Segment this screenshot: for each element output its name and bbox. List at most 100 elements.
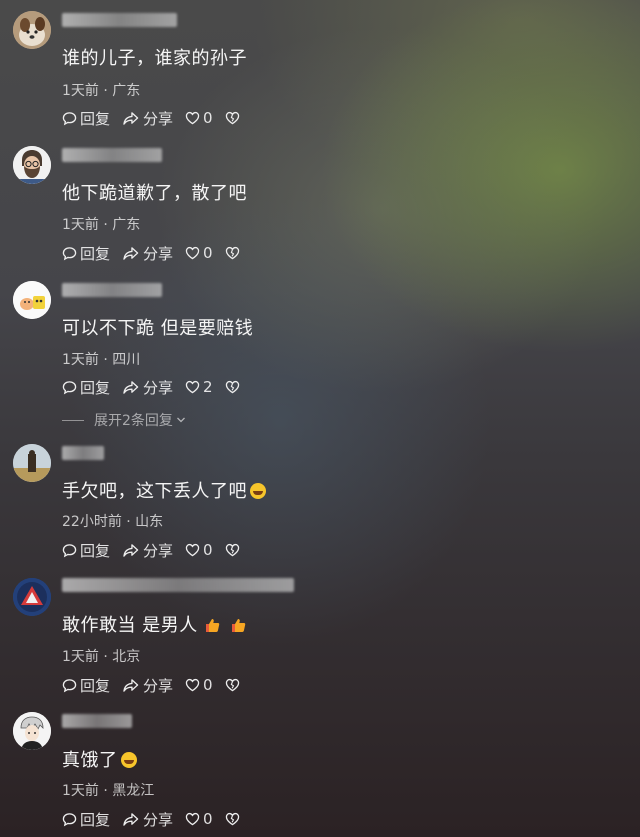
landscape-avatar-image bbox=[13, 444, 51, 482]
share-label: 分享 bbox=[143, 109, 174, 128]
divider-line bbox=[62, 419, 84, 421]
comment-text-content: 敢作敢当 是男人 bbox=[62, 615, 198, 636]
username-blurred[interactable] bbox=[62, 578, 294, 592]
comment-meta: 22小时前 · 山东 bbox=[62, 514, 164, 530]
heart-icon bbox=[185, 111, 200, 125]
triangle-logo-avatar-image bbox=[13, 578, 51, 616]
anime-character-avatar-image bbox=[13, 712, 51, 750]
laughing-emoji-icon bbox=[120, 752, 137, 768]
cartoon-avatar-image bbox=[13, 281, 51, 319]
reply-label: 回复 bbox=[80, 676, 111, 695]
heart-icon bbox=[185, 380, 200, 394]
share-arrow-icon bbox=[123, 380, 139, 394]
share-button[interactable]: 分享 bbox=[122, 540, 173, 561]
comment-text: 真饿了 bbox=[62, 746, 137, 772]
like-button[interactable]: 2 bbox=[185, 378, 213, 396]
username-blurred[interactable] bbox=[62, 148, 162, 162]
username-blurred[interactable] bbox=[62, 283, 162, 297]
like-button[interactable]: 0 bbox=[185, 109, 213, 127]
comment-meta: 1天前 · 北京 bbox=[62, 649, 141, 665]
username-blurred[interactable] bbox=[62, 446, 104, 460]
like-count: 0 bbox=[203, 109, 213, 127]
comment-bubble-icon bbox=[62, 111, 77, 125]
laughing-emoji-icon bbox=[250, 483, 266, 499]
heart-icon bbox=[185, 812, 200, 826]
comment-text-content: 真饿了 bbox=[62, 750, 118, 771]
dislike-button[interactable] bbox=[225, 812, 243, 826]
share-label: 分享 bbox=[143, 378, 174, 397]
broken-heart-icon bbox=[225, 812, 239, 826]
avatar[interactable] bbox=[13, 146, 51, 184]
thumbs-up-icon bbox=[231, 619, 245, 632]
dislike-button[interactable] bbox=[225, 678, 243, 692]
like-count: 0 bbox=[203, 810, 213, 828]
broken-heart-icon bbox=[225, 678, 239, 692]
like-count: 0 bbox=[203, 244, 213, 262]
broken-heart-icon bbox=[225, 380, 239, 394]
reply-label: 回复 bbox=[80, 378, 111, 397]
like-button[interactable]: 0 bbox=[185, 810, 213, 828]
share-label: 分享 bbox=[143, 244, 174, 263]
avatar[interactable] bbox=[13, 444, 51, 482]
share-arrow-icon bbox=[123, 812, 139, 826]
share-label: 分享 bbox=[143, 676, 174, 695]
like-count: 2 bbox=[203, 378, 213, 396]
avatar[interactable] bbox=[13, 11, 51, 49]
share-arrow-icon bbox=[123, 111, 139, 125]
share-button[interactable]: 分享 bbox=[122, 809, 173, 830]
comment-text: 敢作敢当 是男人 bbox=[62, 611, 246, 637]
avatar[interactable] bbox=[13, 281, 51, 319]
comment-text: 他下跪道歉了，散了吧 bbox=[62, 183, 247, 204]
dislike-button[interactable] bbox=[225, 543, 243, 557]
heart-icon bbox=[185, 543, 200, 557]
dislike-button[interactable] bbox=[225, 380, 243, 394]
like-button[interactable]: 0 bbox=[185, 244, 213, 262]
comment-actions: 回复 分享 0 bbox=[62, 243, 255, 264]
comment-text: 可以不下跪 但是要赔钱 bbox=[62, 318, 254, 339]
reply-button[interactable]: 回复 bbox=[62, 377, 110, 398]
like-button[interactable]: 0 bbox=[185, 676, 213, 694]
comment-bubble-icon bbox=[62, 246, 77, 260]
comment-actions: 回复 分享 2 bbox=[62, 377, 255, 398]
like-count: 0 bbox=[203, 676, 213, 694]
comment-actions: 回复 分享 0 bbox=[62, 108, 255, 129]
share-button[interactable]: 分享 bbox=[122, 243, 173, 264]
like-count: 0 bbox=[203, 541, 213, 559]
reply-button[interactable]: 回复 bbox=[62, 540, 110, 561]
heart-icon bbox=[185, 246, 200, 260]
avatar[interactable] bbox=[13, 578, 51, 616]
comment-meta: 1天前 · 黑龙江 bbox=[62, 783, 155, 799]
comment-text-content: 手欠吧，这下丢人了吧 bbox=[62, 481, 247, 502]
heart-icon bbox=[185, 678, 200, 692]
reply-label: 回复 bbox=[80, 109, 111, 128]
bearded-man-avatar-image bbox=[13, 146, 51, 184]
comment-meta: 1天前 · 四川 bbox=[62, 352, 141, 368]
comment-meta: 1天前 · 广东 bbox=[62, 83, 141, 99]
reply-button[interactable]: 回复 bbox=[62, 243, 110, 264]
thumbs-up-icon bbox=[205, 619, 219, 632]
share-button[interactable]: 分享 bbox=[122, 108, 173, 129]
broken-heart-icon bbox=[225, 246, 239, 260]
expand-replies-button[interactable]: 展开2条回复 bbox=[62, 410, 186, 430]
comment-meta: 1天前 · 广东 bbox=[62, 217, 141, 233]
reply-button[interactable]: 回复 bbox=[62, 809, 110, 830]
avatar[interactable] bbox=[13, 712, 51, 750]
share-button[interactable]: 分享 bbox=[122, 675, 173, 696]
reply-button[interactable]: 回复 bbox=[62, 675, 110, 696]
like-button[interactable]: 0 bbox=[185, 541, 213, 559]
dog-avatar-image bbox=[13, 11, 51, 49]
share-button[interactable]: 分享 bbox=[122, 377, 173, 398]
dislike-button[interactable] bbox=[225, 111, 243, 125]
username-blurred[interactable] bbox=[62, 714, 132, 728]
dislike-button[interactable] bbox=[225, 246, 243, 260]
username-blurred[interactable] bbox=[62, 13, 177, 27]
comment-actions: 回复 分享 0 bbox=[62, 675, 255, 696]
reply-button[interactable]: 回复 bbox=[62, 108, 110, 129]
broken-heart-icon bbox=[225, 543, 239, 557]
share-label: 分享 bbox=[143, 541, 174, 560]
expand-replies-label: 展开2条回复 bbox=[94, 413, 173, 429]
reply-label: 回复 bbox=[80, 810, 111, 829]
comment-bubble-icon bbox=[62, 812, 77, 826]
chevron-down-icon bbox=[176, 417, 185, 423]
reply-label: 回复 bbox=[80, 541, 111, 560]
